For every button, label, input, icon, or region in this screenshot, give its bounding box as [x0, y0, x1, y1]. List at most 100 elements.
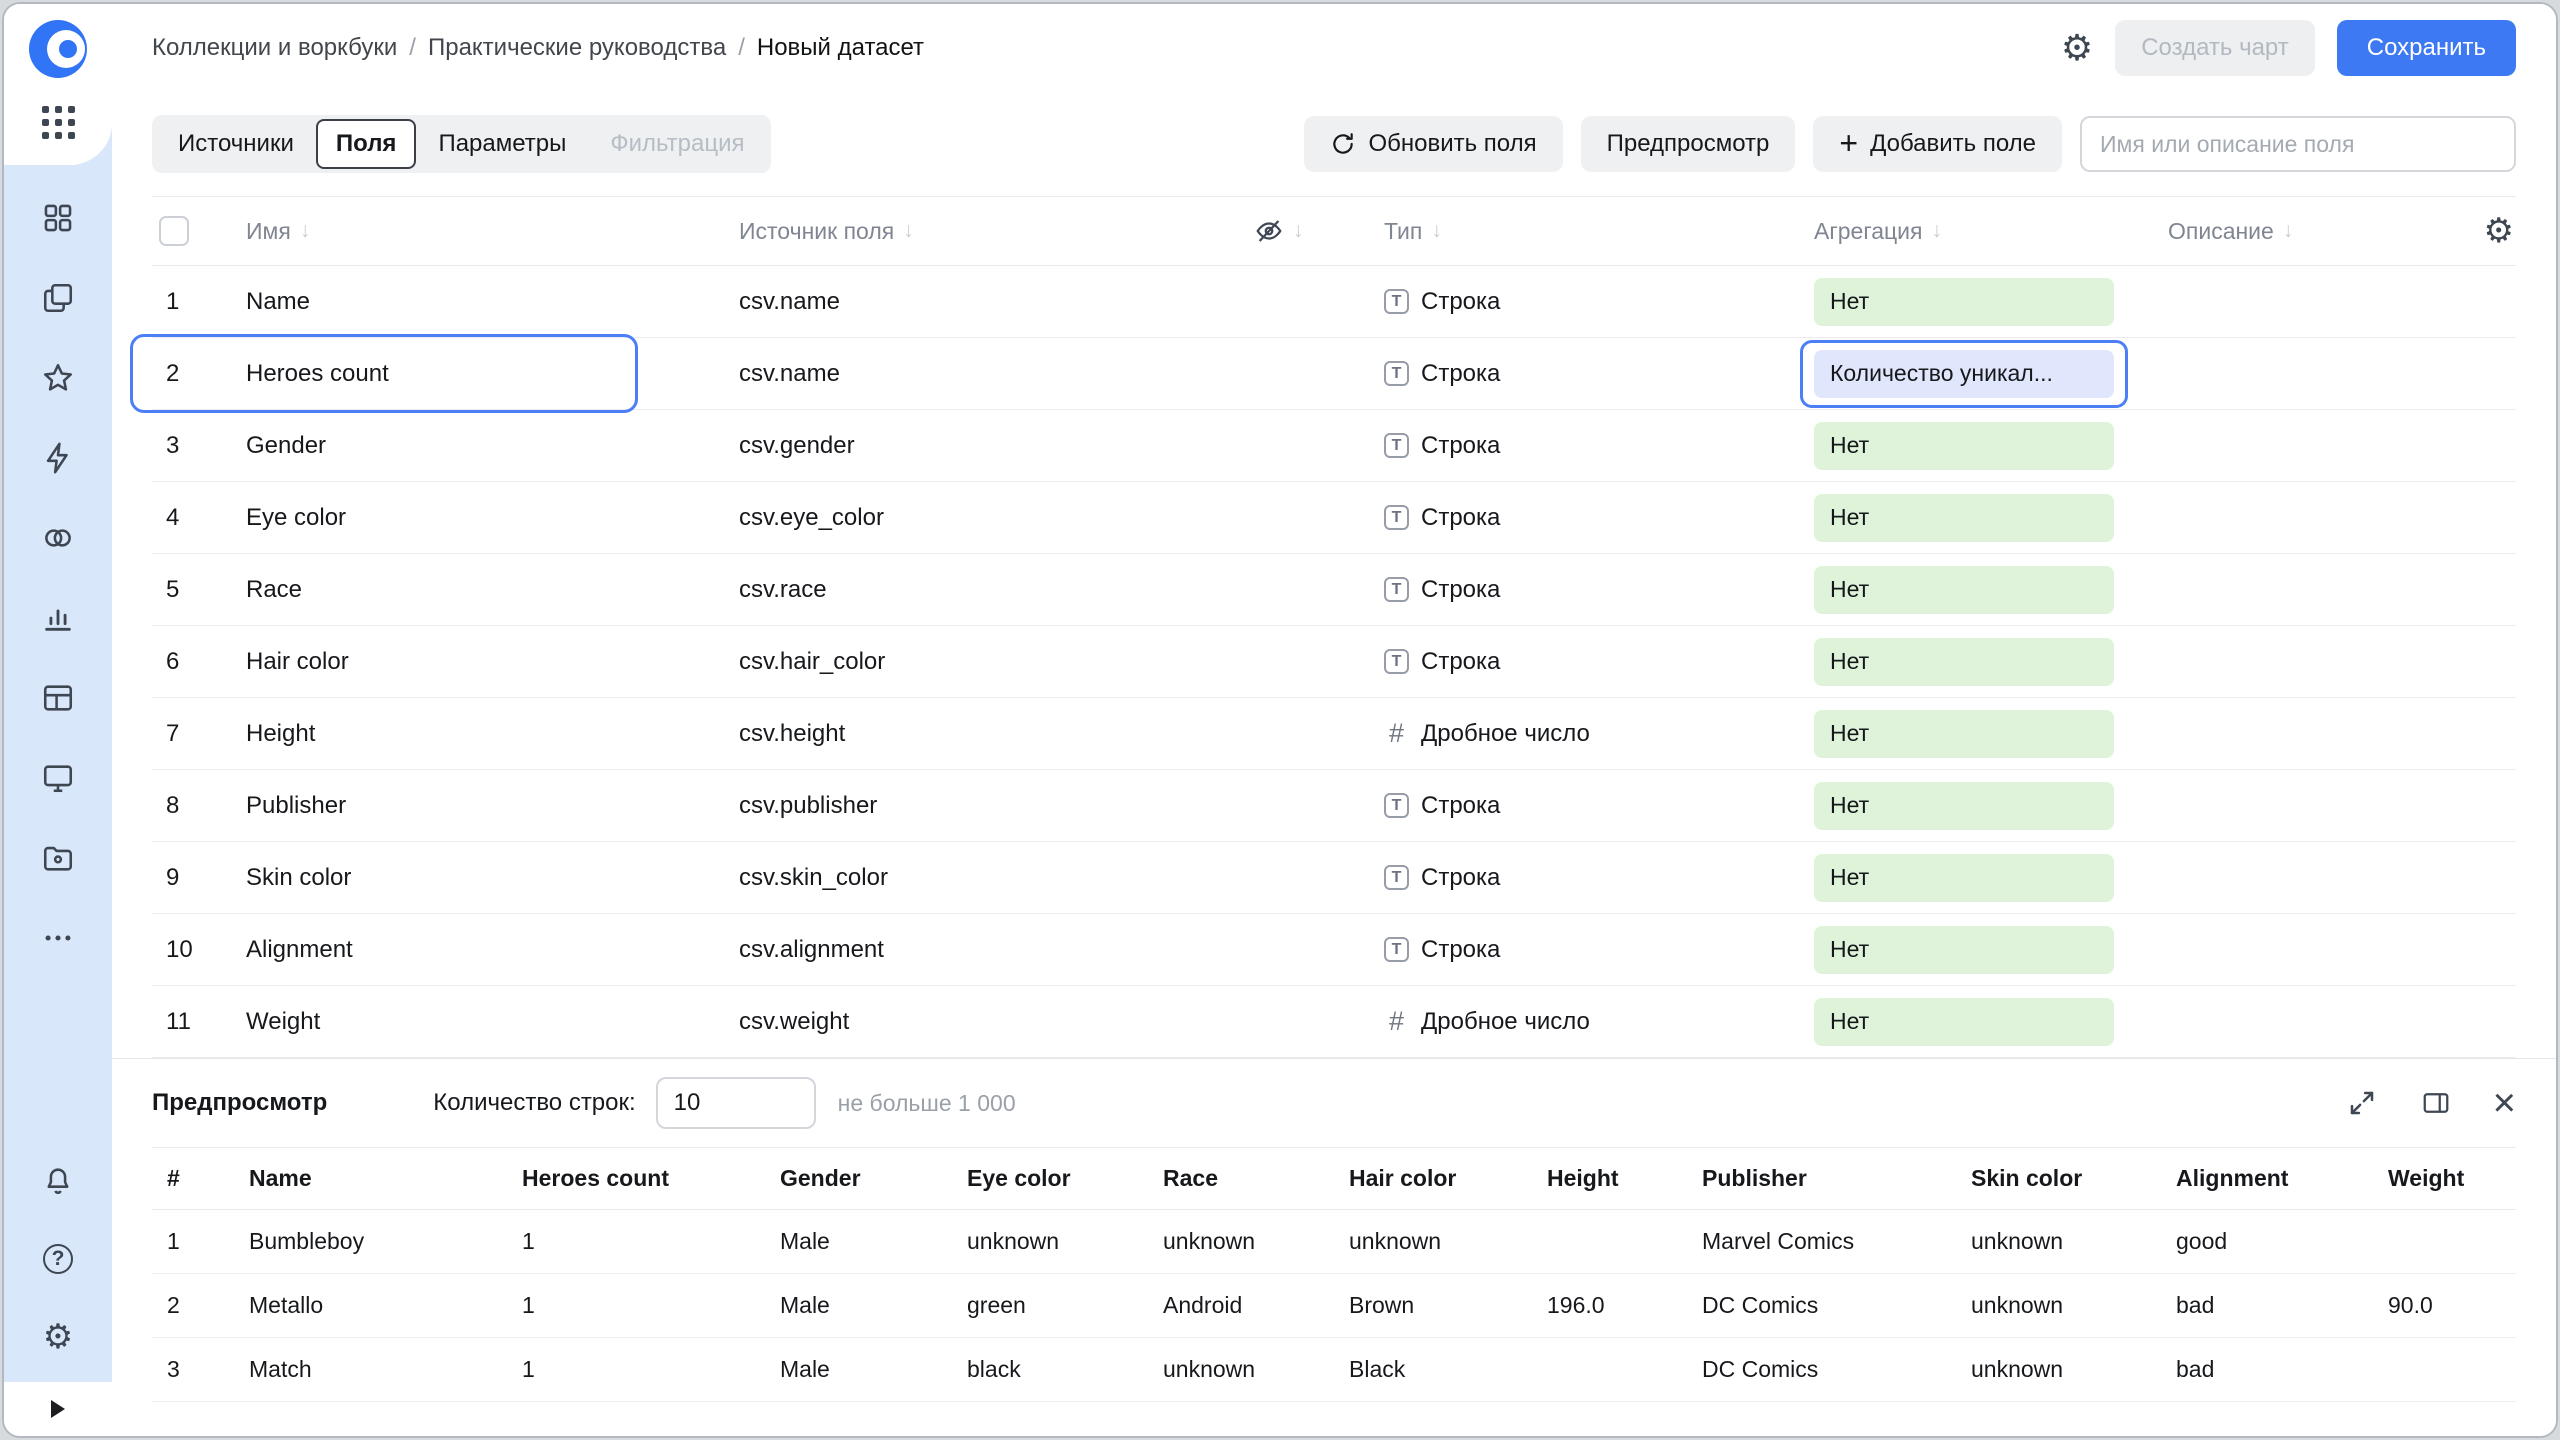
aggregation-select[interactable]: Нет: [1814, 854, 2114, 902]
preview-button[interactable]: Предпросмотр: [1581, 116, 1796, 172]
field-source[interactable]: csv.alignment: [717, 936, 1232, 964]
preview-cell: unknown: [1334, 1210, 1532, 1274]
field-row-number: 4: [152, 504, 224, 532]
aggregation-select[interactable]: Нет: [1814, 422, 2114, 470]
datalens-logo[interactable]: [29, 20, 87, 78]
field-source[interactable]: csv.height: [717, 720, 1232, 748]
field-name[interactable]: Heroes count: [224, 360, 717, 388]
field-name[interactable]: Skin color: [224, 864, 717, 892]
field-source[interactable]: csv.weight: [717, 1008, 1232, 1036]
field-aggregation-cell: Нет: [1792, 710, 2152, 758]
field-name[interactable]: Gender: [224, 432, 717, 460]
dashboards-icon[interactable]: [41, 761, 75, 795]
expand-preview-icon[interactable]: [2345, 1086, 2379, 1120]
more-icon[interactable]: [41, 921, 75, 955]
field-name[interactable]: Name: [224, 288, 717, 316]
col-header-description[interactable]: Описание ↓: [2152, 218, 2452, 245]
refresh-fields-button[interactable]: Обновить поля: [1304, 116, 1562, 172]
field-source[interactable]: csv.gender: [717, 432, 1232, 460]
field-type[interactable]: TСтрока: [1362, 648, 1792, 676]
tab-sources[interactable]: Источники: [156, 119, 316, 169]
aggregation-select[interactable]: Количество уникал...: [1814, 350, 2114, 398]
field-name[interactable]: Hair color: [224, 648, 717, 676]
settings-icon[interactable]: ⚙: [41, 1320, 75, 1354]
field-aggregation-cell: Нет: [1792, 278, 2152, 326]
field-type[interactable]: #Дробное число: [1362, 1006, 1792, 1037]
collections-icon[interactable]: [41, 201, 75, 235]
preview-cell: 1: [507, 1338, 765, 1402]
breadcrumb-guides[interactable]: Практические руководства: [428, 34, 726, 62]
workbooks-icon[interactable]: [41, 281, 75, 315]
field-name[interactable]: Alignment: [224, 936, 717, 964]
fields-table-body: 1Namecsv.nameTСтрокаНет2Heroes countcsv.…: [152, 266, 2516, 1058]
field-source[interactable]: csv.name: [717, 288, 1232, 316]
save-button[interactable]: Сохранить: [2337, 20, 2516, 76]
app-window: ? ⚙ Коллекции и воркбуки / Практические …: [2, 2, 2558, 1438]
help-icon[interactable]: ?: [41, 1242, 75, 1276]
expand-sidebar-icon[interactable]: [4, 1382, 112, 1436]
aggregation-select[interactable]: Нет: [1814, 638, 2114, 686]
aggregation-select[interactable]: Нет: [1814, 782, 2114, 830]
field-source[interactable]: csv.skin_color: [717, 864, 1232, 892]
string-type-icon: T: [1384, 649, 1409, 674]
aggregation-select[interactable]: Нет: [1814, 710, 2114, 758]
field-type[interactable]: TСтрока: [1362, 864, 1792, 892]
field-type[interactable]: TСтрока: [1362, 936, 1792, 964]
tab-parameters[interactable]: Параметры: [416, 119, 588, 169]
create-chart-button[interactable]: Создать чарт: [2115, 20, 2315, 76]
preview-col-header: #: [152, 1148, 234, 1210]
tab-fields[interactable]: Поля: [316, 119, 417, 169]
field-type[interactable]: TСтрока: [1362, 792, 1792, 820]
aggregation-select[interactable]: Нет: [1814, 278, 2114, 326]
field-name[interactable]: Publisher: [224, 792, 717, 820]
field-name[interactable]: Race: [224, 576, 717, 604]
field-type[interactable]: TСтрока: [1362, 576, 1792, 604]
datasets-icon[interactable]: [41, 521, 75, 555]
field-type[interactable]: TСтрока: [1362, 504, 1792, 532]
connections-icon[interactable]: [41, 441, 75, 475]
breadcrumb-collections[interactable]: Коллекции и воркбуки: [152, 34, 397, 62]
table-settings-gear-icon[interactable]: ⚙: [2484, 214, 2516, 248]
col-header-type[interactable]: Тип ↓: [1362, 218, 1792, 245]
field-source[interactable]: csv.hair_color: [717, 648, 1232, 676]
field-name[interactable]: Weight: [224, 1008, 717, 1036]
field-type[interactable]: TСтрока: [1362, 288, 1792, 316]
field-source[interactable]: csv.name: [717, 360, 1232, 388]
aggregation-select[interactable]: Нет: [1814, 926, 2114, 974]
preview-cell: DC Comics: [1687, 1338, 1956, 1402]
aggregation-select[interactable]: Нет: [1814, 998, 2114, 1046]
field-name[interactable]: Eye color: [224, 504, 717, 532]
sort-icon: ↓: [1293, 219, 1304, 243]
field-type[interactable]: #Дробное число: [1362, 718, 1792, 749]
row-count-input[interactable]: [656, 1077, 816, 1129]
add-field-label: Добавить поле: [1870, 130, 2036, 158]
field-name[interactable]: Height: [224, 720, 717, 748]
field-search-input[interactable]: [2080, 116, 2516, 172]
preview-col-header: Alignment: [2161, 1148, 2373, 1210]
col-header-hidden[interactable]: ↓: [1232, 216, 1362, 246]
field-source[interactable]: csv.eye_color: [717, 504, 1232, 532]
storage-icon[interactable]: [41, 841, 75, 875]
field-type[interactable]: TСтрока: [1362, 432, 1792, 460]
apps-grid-icon[interactable]: [42, 106, 75, 139]
table-widget-icon[interactable]: [41, 681, 75, 715]
split-view-icon[interactable]: [2419, 1086, 2453, 1120]
field-type[interactable]: TСтрока: [1362, 360, 1792, 388]
preview-cell: Marvel Comics: [1687, 1210, 1956, 1274]
charts-icon[interactable]: [41, 601, 75, 635]
aggregation-select[interactable]: Нет: [1814, 566, 2114, 614]
col-header-aggregation[interactable]: Агрегация ↓: [1792, 218, 2152, 245]
preview-row: 1Bumbleboy1MaleunknownunknownunknownMarv…: [152, 1210, 2516, 1274]
close-preview-icon[interactable]: ×: [2493, 1083, 2516, 1123]
aggregation-select[interactable]: Нет: [1814, 494, 2114, 542]
field-source[interactable]: csv.race: [717, 576, 1232, 604]
field-source[interactable]: csv.publisher: [717, 792, 1232, 820]
add-field-button[interactable]: + Добавить поле: [1813, 116, 2062, 172]
dataset-settings-gear-icon[interactable]: ⚙: [2061, 30, 2093, 66]
col-header-name[interactable]: Имя ↓: [224, 218, 717, 245]
favorites-icon[interactable]: [41, 361, 75, 395]
notifications-bell-icon[interactable]: [41, 1164, 75, 1198]
col-header-source[interactable]: Источник поля ↓: [717, 218, 1232, 245]
select-all-checkbox[interactable]: [159, 216, 189, 246]
field-row: 2Heroes countcsv.nameTСтрокаКоличество у…: [152, 338, 2516, 410]
